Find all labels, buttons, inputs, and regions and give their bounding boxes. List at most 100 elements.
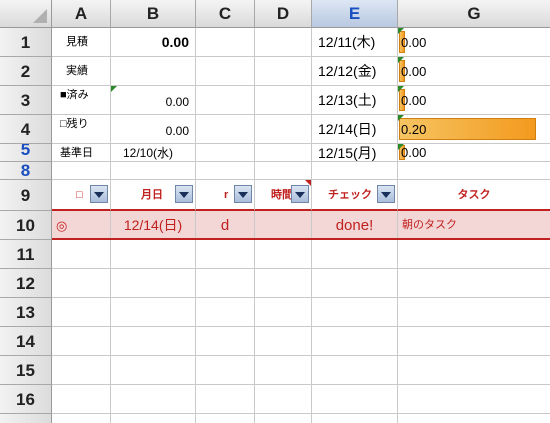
cell-e2-date[interactable]: 12/12(金) [312, 57, 398, 86]
filter-dropdown-icon[interactable] [234, 185, 252, 203]
empty-cell[interactable] [196, 414, 255, 423]
empty-cell[interactable] [111, 240, 196, 269]
empty-cell[interactable] [398, 356, 550, 385]
empty-cell[interactable] [255, 356, 312, 385]
row-header-10[interactable]: 10 [0, 211, 52, 240]
column-header-e[interactable]: E [312, 0, 398, 28]
empty-cell[interactable] [111, 298, 196, 327]
cell-b1-estimate[interactable]: 0.00 [111, 28, 196, 57]
cell-a4-label[interactable]: □残り [52, 115, 111, 144]
cell-d2[interactable] [255, 57, 312, 86]
cell-g2-progress[interactable]: 0.00 [398, 57, 550, 86]
cell-d3[interactable] [255, 86, 312, 115]
cell-g8[interactable] [398, 162, 550, 180]
row-header-14[interactable]: 14 [0, 327, 52, 356]
row-header-16[interactable]: 16 [0, 385, 52, 414]
cell-e1-date[interactable]: 12/11(木) [312, 28, 398, 57]
cell-c8[interactable] [196, 162, 255, 180]
empty-cell[interactable] [52, 240, 111, 269]
empty-cell[interactable] [111, 385, 196, 414]
filter-header-d[interactable]: 時間 [255, 180, 312, 211]
filter-header-e[interactable]: チェック [312, 180, 398, 211]
row-header-3[interactable]: 3 [0, 86, 52, 115]
cell-e3-date[interactable]: 12/13(土) [312, 86, 398, 115]
empty-cell[interactable] [312, 356, 398, 385]
empty-cell[interactable] [52, 298, 111, 327]
cell-b3-done[interactable]: 0.00 [111, 86, 196, 115]
empty-cell[interactable] [196, 240, 255, 269]
cell-a3-label[interactable]: ■済み [52, 86, 111, 115]
empty-cell[interactable] [255, 269, 312, 298]
cell-c5[interactable] [196, 144, 255, 162]
empty-cell[interactable] [52, 269, 111, 298]
cell-c2[interactable] [196, 57, 255, 86]
row-header-15[interactable]: 15 [0, 356, 52, 385]
cell-c10-r[interactable]: d [196, 211, 255, 240]
cell-e4-date[interactable]: 12/14(日) [312, 115, 398, 144]
filter-dropdown-icon[interactable] [377, 185, 395, 203]
row-header-13[interactable]: 13 [0, 298, 52, 327]
row-header-9[interactable]: 9 [0, 180, 52, 211]
cell-g10-task[interactable]: 朝のタスク [398, 211, 550, 240]
cell-d1[interactable] [255, 28, 312, 57]
cell-g4-progress[interactable]: 0.20 [398, 115, 550, 144]
column-header-c[interactable]: C [196, 0, 255, 28]
row-header-2[interactable]: 2 [0, 57, 52, 86]
cell-c1[interactable] [196, 28, 255, 57]
cell-a1-label[interactable]: 見積 [52, 28, 111, 57]
empty-cell[interactable] [52, 327, 111, 356]
row-header-8[interactable]: 8 [0, 162, 52, 180]
filter-dropdown-icon[interactable] [175, 185, 193, 203]
empty-cell[interactable] [312, 298, 398, 327]
row-header-4[interactable]: 4 [0, 115, 52, 144]
filter-header-c[interactable]: r [196, 180, 255, 211]
cell-a2-label[interactable]: 実績 [52, 57, 111, 86]
column-header-b[interactable]: B [111, 0, 196, 28]
cell-e8[interactable] [312, 162, 398, 180]
cell-d5[interactable] [255, 144, 312, 162]
cell-d8[interactable] [255, 162, 312, 180]
empty-cell[interactable] [398, 414, 550, 423]
cell-c3[interactable] [196, 86, 255, 115]
cell-g3-progress[interactable]: 0.00 [398, 86, 550, 115]
empty-cell[interactable] [398, 298, 550, 327]
empty-cell[interactable] [398, 240, 550, 269]
cell-e10-check[interactable]: done! [312, 211, 398, 240]
row-header-1[interactable]: 1 [0, 28, 52, 57]
empty-cell[interactable] [312, 385, 398, 414]
cell-g5-progress[interactable]: 0.00 [398, 144, 550, 162]
empty-cell[interactable] [196, 327, 255, 356]
row-header-12[interactable]: 12 [0, 269, 52, 298]
column-header-d[interactable]: D [255, 0, 312, 28]
empty-cell[interactable] [52, 356, 111, 385]
cell-a5-label[interactable]: 基準日 [52, 144, 111, 162]
empty-cell[interactable] [255, 385, 312, 414]
filter-header-a[interactable]: □ [52, 180, 111, 211]
cell-b2-actual[interactable] [111, 57, 196, 86]
empty-cell[interactable] [398, 385, 550, 414]
empty-cell[interactable] [312, 240, 398, 269]
row-header-11[interactable]: 11 [0, 240, 52, 269]
cell-a10-mark[interactable]: ◎ [52, 211, 111, 240]
cell-e5-date[interactable]: 12/15(月) [312, 144, 398, 162]
empty-cell[interactable] [52, 385, 111, 414]
row-header-5[interactable]: 5 [0, 144, 52, 162]
filter-header-g[interactable]: タスク [398, 180, 550, 211]
empty-cell[interactable] [196, 269, 255, 298]
empty-cell[interactable] [52, 414, 111, 423]
filter-dropdown-icon[interactable] [291, 185, 309, 203]
cell-a8[interactable] [52, 162, 111, 180]
filter-dropdown-icon[interactable] [90, 185, 108, 203]
cell-b5-base-date[interactable]: 12/10(水) [111, 144, 196, 162]
cell-b10-date[interactable]: 12/14(日) [111, 211, 196, 240]
cell-c4[interactable] [196, 115, 255, 144]
cell-b4-remaining[interactable]: 0.00 [111, 115, 196, 144]
cell-b8[interactable] [111, 162, 196, 180]
empty-cell[interactable] [312, 327, 398, 356]
empty-cell[interactable] [255, 240, 312, 269]
empty-cell[interactable] [255, 298, 312, 327]
empty-cell[interactable] [111, 356, 196, 385]
cell-d10-time[interactable] [255, 211, 312, 240]
empty-cell[interactable] [111, 327, 196, 356]
cell-d4[interactable] [255, 115, 312, 144]
